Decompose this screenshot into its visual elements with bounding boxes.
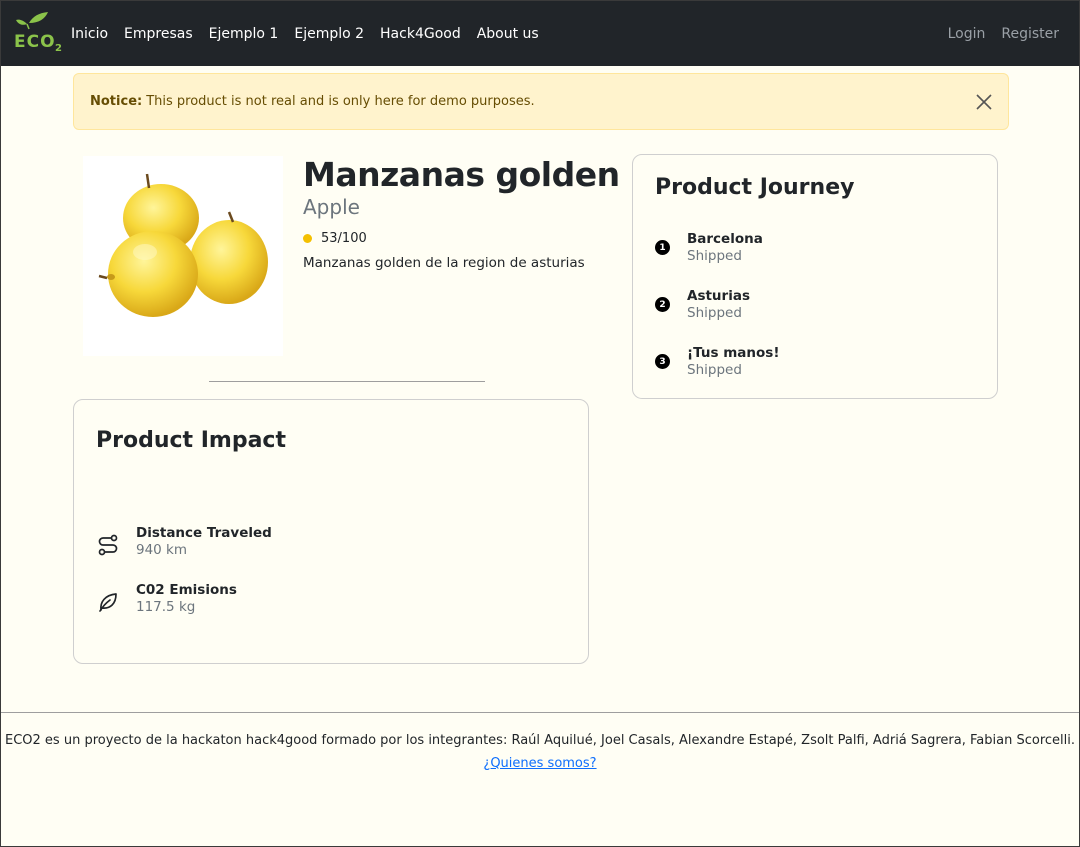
product-impact-card: Product Impact Distance Traveled 940 km … — [73, 399, 589, 664]
eco2-logo[interactable]: ECO 2 — [13, 10, 65, 56]
register-link[interactable]: Register — [1001, 26, 1059, 42]
step-number-icon: 2 — [655, 297, 670, 312]
nav-link-ejemplo-2[interactable]: Ejemplo 2 — [294, 26, 364, 42]
product-journey-card: Product Journey 1 Barcelona Shipped 2 As… — [632, 154, 998, 399]
impact-label: Distance Traveled — [136, 525, 272, 541]
product-image — [83, 156, 283, 356]
impact-label: C02 Emisions — [136, 582, 237, 598]
journey-step: 1 Barcelona Shipped — [655, 231, 763, 264]
divider — [209, 381, 485, 382]
product-description: Manzanas golden de la region de asturias — [303, 255, 585, 271]
product-category: Apple — [303, 195, 360, 219]
nav-link-empresas[interactable]: Empresas — [124, 26, 193, 42]
sustainability-score: 53/100 — [303, 231, 367, 246]
journey-step: 2 Asturias Shipped — [655, 288, 750, 321]
step-status: Shipped — [687, 305, 742, 321]
impact-item-co2: C02 Emisions 117.5 kg — [96, 582, 237, 615]
footer-text: ECO2 es un proyecto de la hackaton hack4… — [5, 733, 1075, 748]
nav-link-about-us[interactable]: About us — [477, 26, 539, 42]
svg-text:2: 2 — [55, 43, 62, 54]
nav-links: Inicio Empresas Ejemplo 1 Ejemplo 2 Hack… — [71, 1, 555, 66]
nav-link-inicio[interactable]: Inicio — [71, 26, 108, 42]
close-icon[interactable] — [974, 92, 994, 112]
impact-value: 940 km — [136, 542, 188, 558]
navbar: ECO 2 Inicio Empresas Ejemplo 1 Ejemplo … — [1, 1, 1079, 66]
step-location: Asturias — [687, 288, 750, 304]
nav-link-ejemplo-1[interactable]: Ejemplo 1 — [209, 26, 279, 42]
alert-message: This product is not real and is only her… — [146, 94, 535, 109]
auth-links: Login Register — [932, 1, 1059, 66]
step-status: Shipped — [687, 362, 742, 378]
svg-text:ECO: ECO — [14, 32, 56, 52]
alert-label: Notice: — [90, 94, 143, 109]
product-title: Manzanas golden — [303, 155, 620, 194]
journey-title: Product Journey — [655, 175, 855, 200]
impact-title: Product Impact — [96, 428, 286, 453]
about-us-link[interactable]: ¿Quienes somos? — [483, 756, 596, 771]
impact-item-distance: Distance Traveled 940 km — [96, 525, 272, 558]
leaf-icon — [96, 590, 120, 614]
journey-step: 3 ¡Tus manos! Shipped — [655, 345, 779, 378]
impact-value: 117.5 kg — [136, 599, 196, 615]
step-number-icon: 3 — [655, 354, 670, 369]
step-location: ¡Tus manos! — [687, 345, 780, 361]
login-link[interactable]: Login — [948, 26, 986, 42]
step-status: Shipped — [687, 248, 742, 264]
route-icon — [96, 533, 120, 557]
step-number-icon: 1 — [655, 240, 670, 255]
footer-divider — [1, 712, 1079, 713]
score-dot-icon — [303, 234, 312, 243]
nav-link-hack4good[interactable]: Hack4Good — [380, 26, 461, 42]
footer-link-wrapper: ¿Quienes somos? — [1, 756, 1079, 771]
score-value: 53/100 — [321, 231, 367, 246]
demo-notice-alert: Notice: This product is not real and is … — [73, 73, 1009, 130]
step-location: Barcelona — [687, 231, 763, 247]
